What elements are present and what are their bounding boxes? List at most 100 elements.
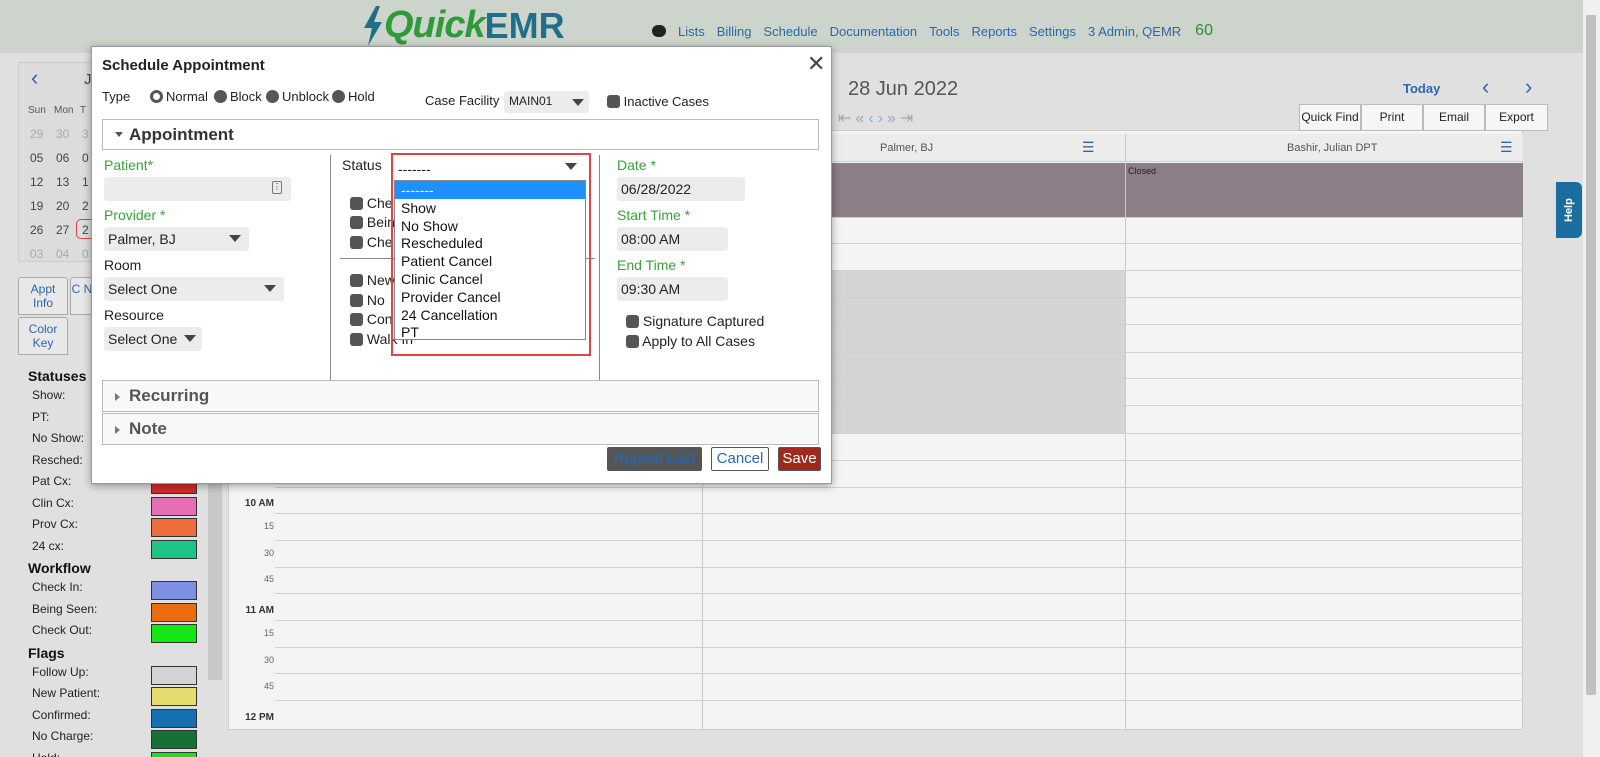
print-button[interactable]: Print [1361, 104, 1423, 131]
cancel-button[interactable]: Cancel [711, 447, 769, 471]
provider-select[interactable]: Palmer, BJ [104, 227, 249, 251]
grid-line [275, 647, 1523, 648]
note-section-header[interactable]: Note [102, 413, 819, 445]
legend-swatch[interactable] [151, 665, 197, 685]
apply-all-cases-checkbox[interactable]: Apply to All Cases [626, 333, 755, 349]
cal-day[interactable]: 1 [82, 175, 89, 189]
grid-line [275, 487, 1523, 488]
nav-count: 60 [1195, 22, 1213, 39]
legend-row: Check In: [28, 580, 203, 602]
today-button[interactable]: Today [1403, 81, 1440, 96]
prev-month-icon[interactable]: ‹ [31, 65, 38, 91]
legend-heading: Flags [28, 644, 65, 661]
nav-reports[interactable]: Reports [971, 24, 1017, 39]
radio-icon [214, 90, 227, 103]
tab-color-key[interactable]: Color Key [18, 317, 68, 355]
legend-swatch[interactable] [151, 751, 197, 757]
cal-day[interactable]: 12 [30, 175, 43, 189]
legend-swatch[interactable] [151, 602, 197, 622]
signature-captured-checkbox[interactable]: Signature Captured [626, 313, 764, 329]
start-time-input[interactable]: 08:00 AM [617, 227, 728, 251]
legend-swatch[interactable] [151, 581, 197, 600]
flag-new-patient[interactable]: New [350, 272, 395, 288]
cal-day[interactable]: 04 [56, 247, 69, 261]
flag-no-charge[interactable]: No [350, 292, 385, 308]
flag-confirmed[interactable]: Con [350, 311, 393, 327]
legend-swatch[interactable] [151, 518, 197, 537]
radio-icon [332, 90, 345, 103]
recurring-section-header[interactable]: Recurring [102, 380, 819, 412]
legend-swatch[interactable] [151, 687, 197, 706]
legend-swatch[interactable] [151, 539, 197, 559]
week-nav-icons[interactable]: ⇤«‹›»⇥ [838, 108, 917, 128]
cal-day[interactable]: 13 [56, 175, 69, 189]
appointment-section-header[interactable]: Appointment [102, 119, 819, 150]
legend-swatch[interactable] [151, 624, 197, 643]
legend-swatch[interactable] [151, 730, 197, 749]
cal-day[interactable]: 19 [30, 199, 43, 213]
closed-label: Closed [1128, 166, 1157, 176]
next-day-icon[interactable]: › [1525, 74, 1532, 100]
patient-input[interactable]: ⋮ [104, 177, 291, 201]
type-unblock-radio[interactable]: Unblock [266, 89, 329, 104]
patient-lookup-icon[interactable]: ⋮ [272, 181, 282, 194]
type-normal-radio[interactable]: Normal [150, 89, 208, 104]
export-button[interactable]: Export [1485, 104, 1548, 131]
inactive-cases-checkbox[interactable]: Inactive Cases [607, 94, 709, 109]
legend-swatch[interactable] [151, 496, 197, 516]
help-tab[interactable]: Help [1556, 182, 1582, 238]
menu-icon[interactable]: ☰ [1500, 139, 1513, 156]
nav-tools[interactable]: Tools [929, 24, 959, 39]
room-select[interactable]: Select One [104, 277, 284, 301]
time-sublabel: 45 [263, 681, 274, 691]
tab-appt-info[interactable]: Appt Info [18, 277, 68, 315]
status-being-seen[interactable]: Bein [350, 214, 395, 230]
cal-day[interactable]: 03 [30, 247, 43, 261]
highlight-box [391, 153, 591, 356]
quick-find-button[interactable]: Quick Find [1299, 104, 1361, 131]
nav-documentation[interactable]: Documentation [830, 24, 917, 39]
schedule-date: 28 Jun 2022 [848, 78, 959, 100]
cal-day[interactable]: 05 [30, 151, 43, 165]
repeat-last-button[interactable]: Repeat Last [607, 447, 702, 471]
chevron-down-icon [184, 335, 196, 342]
end-time-input[interactable]: 09:30 AM [617, 277, 728, 301]
time-sublabel: 30 [263, 547, 274, 558]
legend-swatch[interactable] [151, 708, 197, 728]
nav-billing[interactable]: Billing [717, 24, 752, 39]
cal-day[interactable]: 27 [56, 223, 69, 237]
cal-day[interactable]: 3 [82, 127, 89, 141]
status-check-out[interactable]: Che [350, 234, 393, 250]
cal-day[interactable]: 2 [82, 199, 89, 213]
cal-day[interactable]: 20 [56, 199, 69, 213]
checkbox-icon [350, 294, 363, 307]
grid-line [275, 700, 1523, 701]
checkbox-icon [626, 315, 639, 328]
nav-settings[interactable]: Settings [1029, 24, 1076, 39]
cal-day[interactable]: 0 [82, 151, 89, 165]
cal-day[interactable]: 29 [30, 127, 43, 141]
menu-icon[interactable]: ☰ [1082, 139, 1095, 156]
resource-select[interactable]: Select One [104, 327, 202, 351]
type-hold-radio[interactable]: Hold [332, 89, 375, 104]
prev-day-icon[interactable]: ‹ [1482, 74, 1489, 100]
checkbox-icon [350, 216, 363, 229]
page-scrollbar[interactable] [1583, 0, 1600, 757]
cal-day[interactable]: 26 [30, 223, 43, 237]
type-block-radio[interactable]: Block [214, 89, 262, 104]
nav-schedule[interactable]: Schedule [763, 24, 817, 39]
nav-user[interactable]: 3 Admin, QEMR [1088, 24, 1181, 39]
chat-icon[interactable] [652, 25, 666, 37]
close-icon[interactable]: ✕ [807, 51, 825, 77]
date-input[interactable]: 06/28/2022 [617, 177, 745, 201]
chevron-down-icon [229, 235, 241, 242]
cal-day[interactable]: 06 [56, 151, 69, 165]
cal-day[interactable]: 0 [82, 247, 89, 261]
app-logo[interactable]: Quick EMR [362, 4, 565, 47]
nav-lists[interactable]: Lists [678, 24, 705, 39]
save-button[interactable]: Save [778, 447, 821, 471]
status-check-in[interactable]: Che [350, 195, 393, 211]
case-facility-select[interactable]: MAIN01 [504, 91, 589, 113]
cal-day[interactable]: 30 [56, 127, 69, 141]
email-button[interactable]: Email [1423, 104, 1485, 131]
